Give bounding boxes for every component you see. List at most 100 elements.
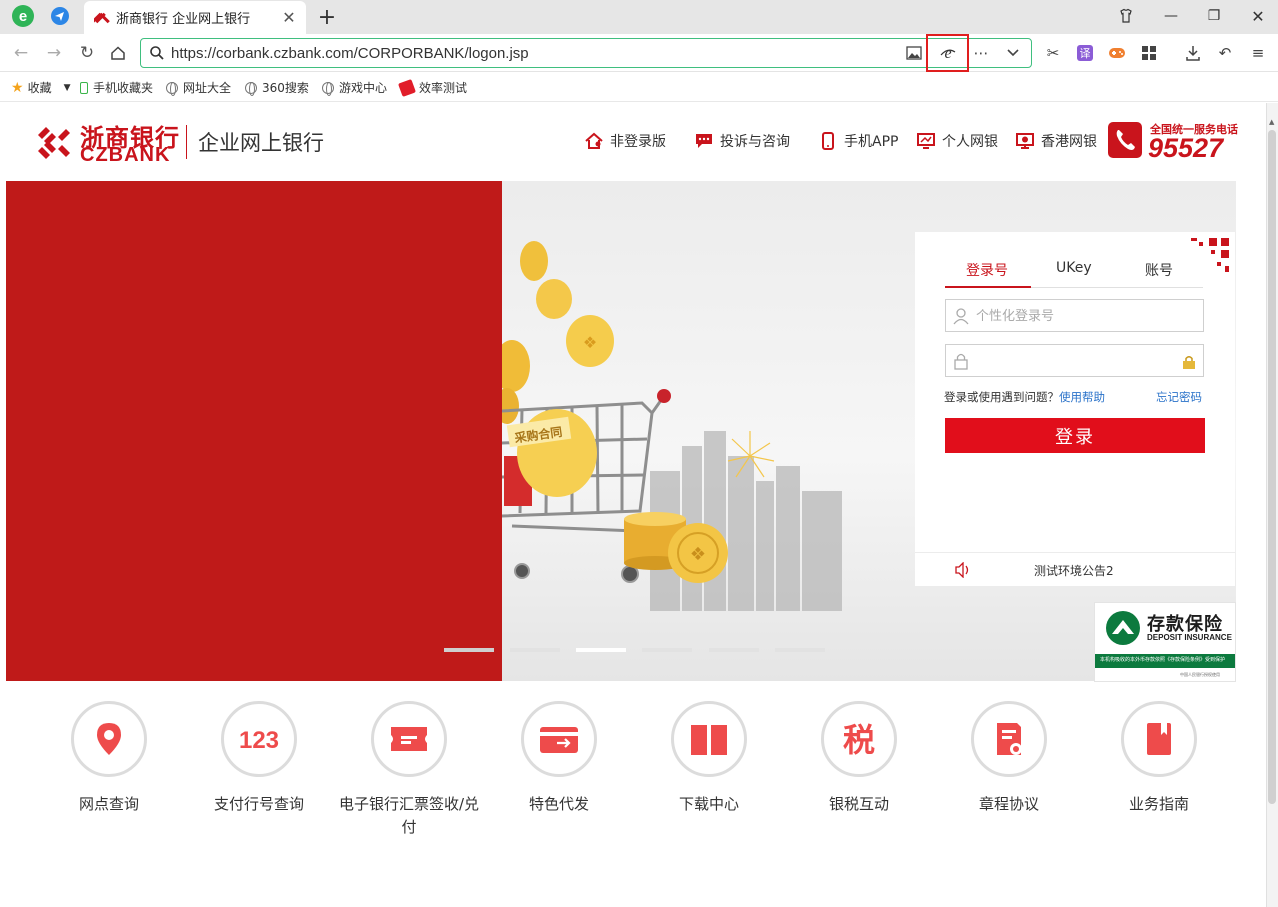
service-download-center[interactable]: 下载中心 [634,701,784,816]
new-tab-icon[interactable]: + [316,5,338,30]
service-e-bank-draft[interactable]: 电子银行汇票签收/兑付 [334,701,484,839]
translate-icon[interactable]: 译 [1074,43,1096,63]
bookmark-url-directory[interactable]: 网址大全 [166,79,231,96]
nav-label: 投诉与咨询 [720,134,790,150]
password-input[interactable] [976,351,1176,371]
download-icon[interactable] [1182,43,1204,63]
login-button[interactable]: 登录 [945,418,1205,453]
nav-non-login-version[interactable]: 非登录版 [584,131,666,151]
help-text: 登录或使用遇到问题？使用帮助 [944,389,1105,405]
carousel-dot-3[interactable] [576,648,626,652]
bookmark-mobile-favorites[interactable]: 手机收藏夹 [80,79,153,96]
image-icon[interactable] [906,46,922,60]
scrollbar-thumb[interactable] [1268,130,1276,804]
username-input[interactable] [976,306,1176,326]
site-title: 企业网上银行 [198,131,324,155]
bookmark-efficiency-test[interactable]: 效率测试 [398,78,467,97]
service-special-payroll[interactable]: 特色代发 [484,701,634,816]
home-icon [584,132,604,150]
monitor-icon [916,132,936,150]
nav-personal-banking[interactable]: 个人网银 [916,131,998,151]
maximize-icon[interactable]: ❐ [1203,6,1225,26]
skin-icon[interactable] [1115,6,1137,26]
carousel-dot-4[interactable] [642,648,692,652]
undo-icon[interactable]: ↶ [1214,43,1236,63]
svg-text:税: 税 [843,721,875,759]
apps-grid-icon[interactable] [1138,43,1160,63]
caret-down-icon[interactable]: ▼ [64,83,71,93]
browser-tab-bar: e 浙商银行 企业网上银行 ✕ + — ❐ ✕ [0,0,1278,34]
service-icon-circle: 123 [221,701,297,777]
service-label: 特色代发 [528,795,589,813]
close-tab-icon[interactable]: ✕ [282,8,296,27]
bookmark-label: 游戏中心 [339,81,388,95]
tab-account[interactable]: 账号 [1145,260,1173,280]
svg-text:❖: ❖ [583,333,597,352]
back-icon[interactable]: ← [10,42,32,64]
nav-label: 香港网银 [1041,134,1097,150]
service-charter-agreement[interactable]: 章程协议 [934,701,1084,816]
scroll-up-icon[interactable]: ▲ [1269,118,1274,126]
game-controller-icon[interactable] [1106,43,1128,63]
help-prefix: 登录或使用遇到问题？ [944,390,1059,404]
service-branch-query[interactable]: 网点查询 [34,701,184,816]
service-bank-code-query[interactable]: 123 支付行号查询 [184,701,334,816]
service-business-guide[interactable]: 业务指南 [1084,701,1234,816]
forgot-password-link[interactable]: 忘记密码 [1156,389,1202,405]
home-icon[interactable] [107,42,129,64]
bookmark-favorites[interactable]: ★ 收藏 ▼ [11,79,71,96]
help-link[interactable]: 使用帮助 [1059,390,1105,404]
close-window-icon[interactable]: ✕ [1247,6,1269,26]
star-icon: ★ [11,79,24,96]
carousel-dot-1[interactable] [444,648,494,652]
nav-mobile-app[interactable]: 手机APP [818,131,898,151]
cart-handle [657,389,671,403]
url-field[interactable]: https://corbank.czbank.com/CORPORBANK/lo… [140,34,1032,72]
service-icon-circle [521,701,597,777]
menu-icon[interactable]: ≡ [1247,43,1269,63]
carousel-dot-5[interactable] [709,648,759,652]
notice-text[interactable]: 测试环境公告2 [1034,562,1114,579]
carousel-dot-6[interactable] [775,648,825,652]
browser-logo-icon[interactable]: e [11,4,35,28]
chevron-down-icon[interactable] [1003,43,1023,63]
deposit-insurance-badge[interactable]: 存款保险 DEPOSIT INSURANCE 本机构吸收的本外币存款依照《存款保… [1094,602,1236,682]
nav-hk-banking[interactable]: 香港网银 [1015,131,1097,151]
tab-login-number[interactable]: 登录号 [966,260,1008,280]
more-icon[interactable]: ⋯ [971,43,991,63]
nav-label: 个人网银 [942,134,998,150]
url-text: https://corbank.czbank.com/CORPORBANK/lo… [171,45,529,62]
refresh-icon[interactable]: ↻ [76,42,98,64]
nav-complaints[interactable]: 投诉与咨询 [694,131,790,151]
tab-ukey[interactable]: UKey [1056,260,1092,276]
speaker-icon [954,562,972,578]
service-label: 章程协议 [978,795,1039,813]
service-icon-circle [371,701,447,777]
search-icon [149,45,165,61]
minimize-icon[interactable]: — [1160,6,1182,26]
phone-icon [1108,122,1142,158]
scissors-icon[interactable]: ✂ [1042,43,1064,63]
svg-text:e: e [19,8,27,25]
location-pin-icon [97,723,121,755]
bookmark-360-search[interactable]: 360搜索 [245,79,309,96]
service-bank-tax[interactable]: 税 银税互动 [784,701,934,816]
page-content: 浙商银行 CZBANK 企业网上银行 非登录版 投诉与咨询 手机APP 个人网银… [0,103,1266,907]
mobile-icon [818,132,838,150]
nav-label: 手机APP [844,134,899,150]
password-field[interactable] [945,344,1204,377]
ie-mode-button[interactable]: e [926,34,969,72]
active-tab[interactable]: 浙商银行 企业网上银行 ✕ [84,1,306,34]
username-field[interactable] [945,299,1204,332]
login-card: 登录号 UKey 账号 登录或使用遇到问题？使用帮助 忘记密码 登录 测试环 [915,232,1235,586]
carousel-dot-2[interactable] [510,648,560,652]
czbank-logo-icon[interactable] [34,123,74,163]
send-icon[interactable] [50,6,70,26]
bookmark-game-center[interactable]: 游戏中心 [322,79,387,96]
qr-code-icon[interactable] [1187,236,1231,278]
forward-icon[interactable]: → [43,42,65,64]
bookmark-book-icon [1147,723,1171,755]
hero-red-panel [6,181,502,681]
keyboard-lock-icon[interactable] [1181,354,1197,370]
ie-compat-icon: e [939,44,957,62]
